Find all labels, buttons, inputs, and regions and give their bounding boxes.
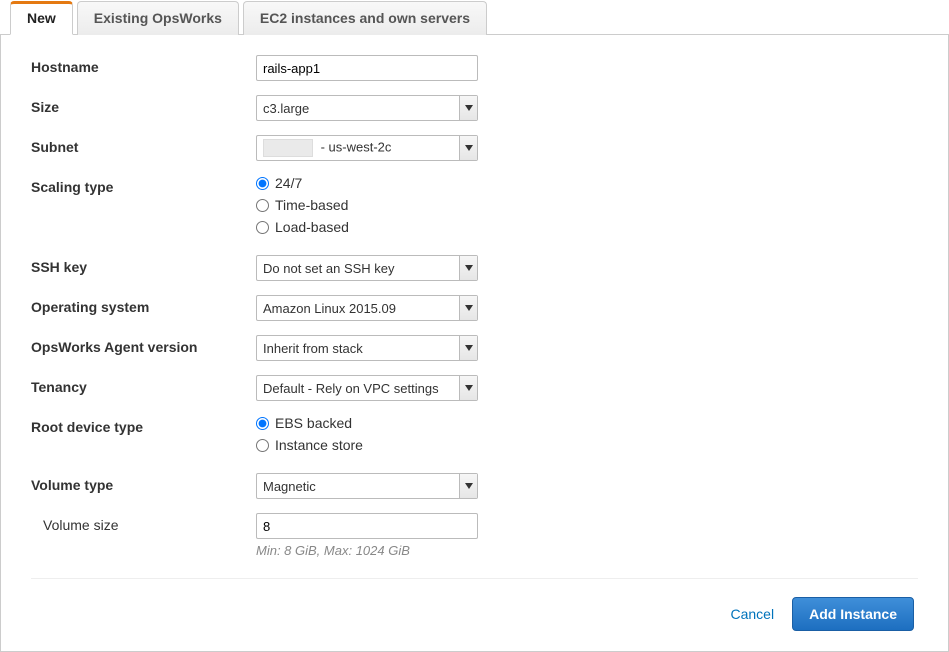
label-agent-version: OpsWorks Agent version bbox=[31, 335, 256, 355]
chevron-down-icon bbox=[459, 256, 477, 280]
volume-size-hint: Min: 8 GiB, Max: 1024 GiB bbox=[256, 543, 478, 558]
ssh-key-select[interactable]: Do not set an SSH key bbox=[256, 255, 478, 281]
scaling-load-based-radio[interactable]: Load-based bbox=[256, 219, 349, 235]
label-operating-system: Operating system bbox=[31, 295, 256, 315]
size-select[interactable]: c3.large bbox=[256, 95, 478, 121]
agent-version-select[interactable]: Inherit from stack bbox=[256, 335, 478, 361]
label-scaling-type: Scaling type bbox=[31, 175, 256, 195]
subnet-redacted-chip bbox=[263, 139, 313, 157]
os-select[interactable]: Amazon Linux 2015.09 bbox=[256, 295, 478, 321]
tenancy-select[interactable]: Default - Rely on VPC settings bbox=[256, 375, 478, 401]
cancel-button[interactable]: Cancel bbox=[731, 606, 775, 622]
label-subnet: Subnet bbox=[31, 135, 256, 155]
chevron-down-icon bbox=[459, 376, 477, 400]
chevron-down-icon bbox=[459, 474, 477, 498]
label-tenancy: Tenancy bbox=[31, 375, 256, 395]
new-instance-form: Hostname Size c3.large Subnet - us-west-… bbox=[0, 35, 949, 652]
label-hostname: Hostname bbox=[31, 55, 256, 75]
tab-ec2-own-servers[interactable]: EC2 instances and own servers bbox=[243, 1, 487, 35]
add-instance-button[interactable]: Add Instance bbox=[792, 597, 914, 631]
label-volume-size: Volume size bbox=[31, 513, 256, 533]
label-size: Size bbox=[31, 95, 256, 115]
root-device-ebs-radio[interactable]: EBS backed bbox=[256, 415, 363, 431]
chevron-down-icon bbox=[459, 136, 477, 160]
label-ssh-key: SSH key bbox=[31, 255, 256, 275]
chevron-down-icon bbox=[459, 96, 477, 120]
scaling-time-based-radio[interactable]: Time-based bbox=[256, 197, 349, 213]
chevron-down-icon bbox=[459, 296, 477, 320]
root-device-instance-store-radio[interactable]: Instance store bbox=[256, 437, 363, 453]
divider bbox=[31, 578, 918, 579]
tab-new[interactable]: New bbox=[10, 1, 73, 35]
label-root-device: Root device type bbox=[31, 415, 256, 435]
hostname-input[interactable] bbox=[256, 55, 478, 81]
label-volume-type: Volume type bbox=[31, 473, 256, 493]
scaling-247-radio[interactable]: 24/7 bbox=[256, 175, 349, 191]
tabs: New Existing OpsWorks EC2 instances and … bbox=[0, 0, 949, 35]
volume-type-select[interactable]: Magnetic bbox=[256, 473, 478, 499]
subnet-select[interactable]: - us-west-2c bbox=[256, 135, 478, 161]
tab-existing-opsworks[interactable]: Existing OpsWorks bbox=[77, 1, 239, 35]
chevron-down-icon bbox=[459, 336, 477, 360]
volume-size-input[interactable] bbox=[256, 513, 478, 539]
